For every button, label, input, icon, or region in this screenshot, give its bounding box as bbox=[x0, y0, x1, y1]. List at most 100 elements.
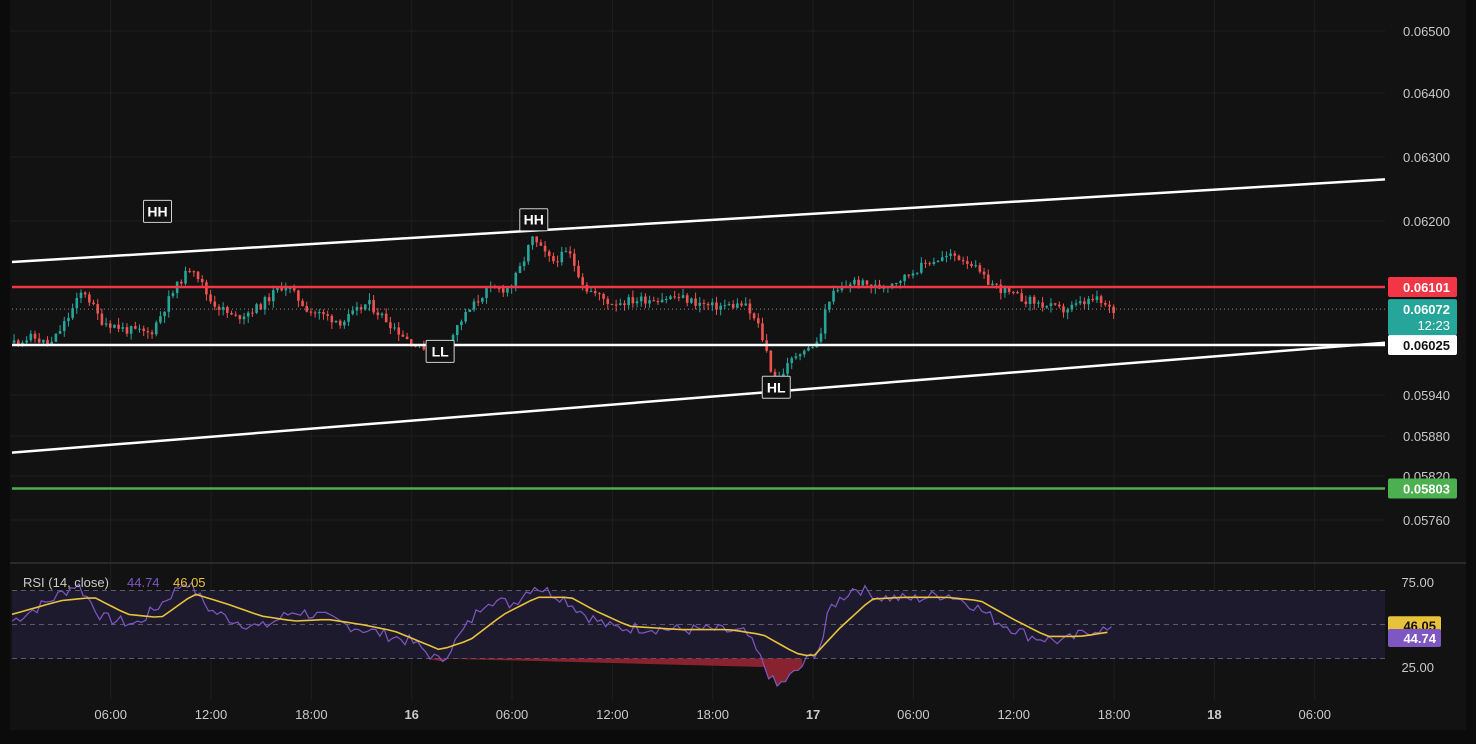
candle-body bbox=[326, 314, 329, 316]
candle-body bbox=[267, 297, 271, 302]
candle-body bbox=[1020, 293, 1023, 302]
candle-body bbox=[811, 347, 814, 349]
candle-body bbox=[986, 274, 990, 285]
trading-chart[interactable]: HH LL HH HL 0.06500 0.06400 0.06300 0.06200 0.0… bbox=[0, 0, 1476, 744]
candle-body bbox=[347, 314, 350, 322]
candle-body bbox=[92, 302, 95, 305]
price-tick-label: 0.05940 bbox=[1403, 388, 1450, 403]
candle-body bbox=[706, 303, 710, 306]
rsi-value-tag[interactable]: 44.74 bbox=[1388, 629, 1441, 647]
candle-body bbox=[685, 295, 689, 303]
candle-body bbox=[614, 304, 618, 306]
candle-body bbox=[1032, 296, 1036, 304]
candle-body bbox=[639, 296, 643, 302]
time-tick-label: 06:00 bbox=[897, 707, 930, 722]
candle-body bbox=[159, 316, 162, 323]
candle-body bbox=[627, 297, 630, 306]
candle-body bbox=[836, 290, 840, 292]
candle-body bbox=[702, 302, 706, 304]
candle-body bbox=[961, 260, 965, 262]
candle-body bbox=[903, 274, 906, 282]
price-tick-label: 0.06300 bbox=[1403, 150, 1450, 165]
price-tick-label: 0.06500 bbox=[1403, 24, 1450, 39]
candle-body bbox=[564, 251, 568, 253]
support-price-tag[interactable]: 0.06025 bbox=[1388, 335, 1457, 355]
candle-body bbox=[506, 288, 509, 293]
candle[interactable] bbox=[769, 349, 773, 373]
candle-body bbox=[1053, 303, 1057, 305]
candle-body bbox=[334, 320, 338, 323]
candle-body bbox=[606, 298, 610, 305]
candle-body bbox=[234, 314, 237, 316]
candle-body bbox=[88, 294, 91, 303]
candle-body bbox=[217, 306, 221, 310]
candle-body bbox=[25, 340, 28, 343]
candle-body bbox=[113, 324, 116, 328]
candle-body bbox=[631, 297, 635, 304]
candle-body bbox=[598, 293, 601, 295]
candle-body bbox=[246, 312, 250, 317]
candle-body bbox=[1104, 303, 1107, 305]
candle-body bbox=[476, 301, 480, 303]
resistance-price-tag[interactable]: 0.06101 bbox=[1388, 277, 1457, 297]
candle-body bbox=[455, 325, 459, 336]
candle-body bbox=[928, 263, 931, 265]
time-tick-label: 18 bbox=[1207, 707, 1221, 722]
candle-body bbox=[284, 288, 288, 291]
candle-body bbox=[978, 265, 982, 272]
candle[interactable] bbox=[113, 324, 116, 329]
candle-body bbox=[966, 261, 969, 264]
candle-body bbox=[501, 288, 505, 293]
candle-body bbox=[518, 266, 522, 273]
candle-body bbox=[644, 296, 647, 304]
candle-body bbox=[623, 303, 626, 306]
candle-body bbox=[272, 290, 275, 302]
time-tick-label: 12:00 bbox=[195, 707, 228, 722]
candle-body bbox=[83, 292, 87, 295]
candle-body bbox=[397, 327, 401, 335]
candle-body bbox=[832, 290, 835, 302]
candle[interactable] bbox=[255, 302, 258, 315]
time-tick-label: 06:00 bbox=[496, 707, 529, 722]
candle-body bbox=[573, 253, 576, 266]
candle-body bbox=[907, 274, 911, 276]
swing-label: HH bbox=[142, 199, 172, 223]
candle-body bbox=[514, 272, 518, 286]
candle-body bbox=[602, 293, 605, 299]
green-price-tag[interactable]: 0.05803 bbox=[1388, 478, 1457, 499]
rsi-ma-value-label: 46.05 bbox=[173, 575, 206, 590]
candle-body bbox=[393, 327, 396, 329]
candle-body bbox=[1007, 287, 1011, 292]
candle-body bbox=[1016, 292, 1019, 294]
price-tick-label: 0.05880 bbox=[1403, 429, 1450, 444]
candle-body bbox=[75, 297, 79, 309]
candle-body bbox=[171, 293, 175, 297]
candle-body bbox=[1112, 306, 1115, 314]
candle-body bbox=[472, 301, 476, 310]
candle-body bbox=[940, 257, 944, 261]
rsi-tick-label: 25.00 bbox=[1401, 660, 1434, 675]
candle-body bbox=[384, 313, 388, 323]
candle[interactable] bbox=[154, 320, 158, 337]
candle-body bbox=[1095, 296, 1099, 301]
last-price-tag[interactable]: 0.0607212:23 bbox=[1388, 299, 1457, 336]
candle-body bbox=[1012, 291, 1015, 293]
candle-body bbox=[125, 327, 129, 334]
candle-body bbox=[744, 303, 748, 306]
candle-body bbox=[184, 270, 187, 284]
candle-body bbox=[1049, 303, 1053, 307]
candle-body bbox=[531, 236, 534, 246]
rsi-indicator-title[interactable]: RSI (14, close) bbox=[23, 575, 109, 590]
time-tick-label: 18:00 bbox=[1098, 707, 1131, 722]
candle-body bbox=[42, 339, 45, 343]
candle-body bbox=[100, 313, 104, 325]
candle-body bbox=[481, 298, 484, 302]
candle-body bbox=[924, 262, 927, 264]
candle-body bbox=[769, 350, 773, 372]
candle[interactable] bbox=[54, 333, 58, 343]
candle-body bbox=[635, 301, 639, 304]
time-tick-label: 17 bbox=[806, 707, 820, 722]
candle-body bbox=[936, 260, 940, 263]
candle-body bbox=[62, 321, 66, 332]
candle-body bbox=[953, 253, 957, 256]
